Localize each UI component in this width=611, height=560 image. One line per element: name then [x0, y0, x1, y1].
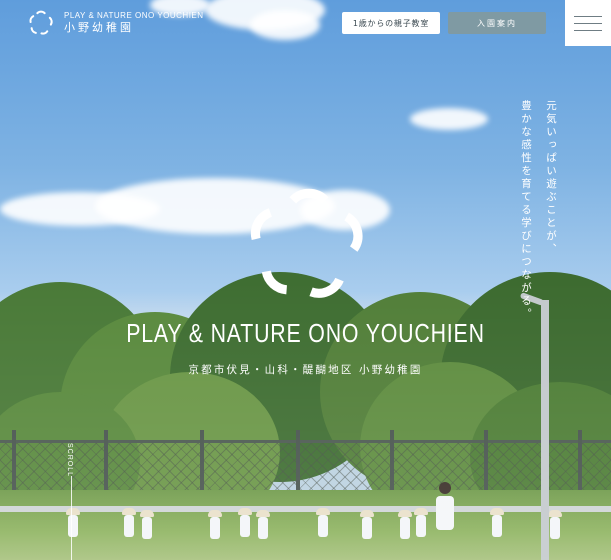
- tagline-line-2: 豊かな感性を育てる学びにつながる。: [520, 100, 532, 321]
- flower-emblem-icon: [250, 188, 363, 298]
- brand-title-english: PLAY & NATURE ONO YOUCHIEN: [126, 318, 485, 348]
- logo-japanese: 小野幼稚園: [64, 21, 134, 34]
- logo-english: PLAY & NATURE ONO YOUCHIEN: [64, 11, 204, 20]
- scroll-indicator-line: [71, 476, 72, 560]
- admission-info-button[interactable]: 入園案内: [448, 12, 546, 34]
- flower-logo-icon: [29, 10, 53, 35]
- hero-section: PLAY & NATURE ONO YOUCHIEN 小野幼稚園 1歳からの親子…: [0, 0, 611, 560]
- brand-subtitle-japanese: 京都市伏見・山科・醍醐地区 小野幼稚園: [188, 364, 423, 376]
- parent-child-class-button[interactable]: 1歳からの親子教室: [342, 12, 440, 34]
- scroll-indicator-label[interactable]: SCROLL: [66, 443, 73, 477]
- site-logo[interactable]: PLAY & NATURE ONO YOUCHIEN 小野幼稚園: [28, 10, 204, 36]
- tagline-line-1: 元気いっぱい遊ぶことが、: [545, 100, 557, 256]
- hamburger-menu-icon[interactable]: [565, 0, 611, 46]
- tagline-vertical: 元気いっぱい遊ぶことが、 豊かな感性を育てる学びにつながる。: [513, 100, 563, 321]
